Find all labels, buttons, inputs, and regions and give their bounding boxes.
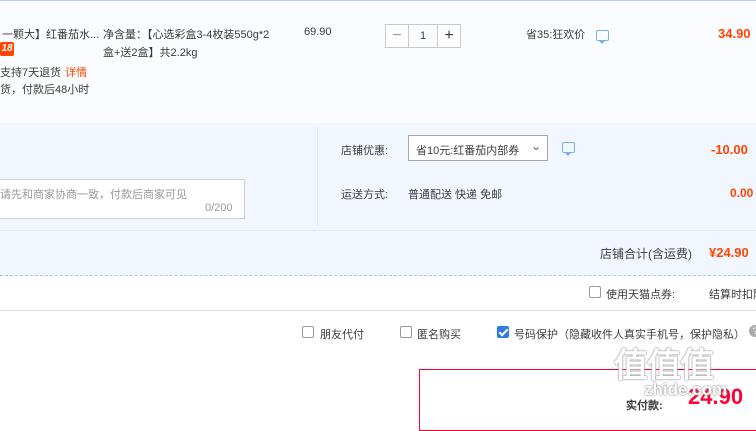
ship-time-text: 货，付款后48小时: [0, 84, 90, 96]
coupon-select[interactable]: 省10元:红番茄内部券 ⌄: [408, 135, 548, 161]
friend-pay-checkbox[interactable]: [302, 326, 314, 338]
chat-icon[interactable]: [596, 30, 610, 44]
coupon-label: 店铺优惠:: [341, 145, 389, 157]
chat-icon[interactable]: [562, 142, 575, 156]
item-spec: 净含量：【心选彩盒3-4枚装550g*2盒+送2盒】共2.2kg: [103, 29, 270, 59]
promo-info: 省35:狂欢价: [526, 26, 610, 44]
tmall-badge-icon: 18: [0, 42, 14, 56]
subtotal-label: 店铺合计(含运费): [600, 247, 692, 261]
watermark-url: zhide.com: [644, 380, 728, 399]
item-title[interactable]: 一颗大】红番茄水...: [2, 26, 99, 42]
friend-pay-label: 朋友代付: [320, 329, 364, 341]
shipping-method: 普通配送 快递 免邮: [408, 189, 503, 201]
coupon-chat-icon[interactable]: [562, 142, 575, 156]
privacy-checkbox[interactable]: [497, 326, 509, 338]
quantity-minus-button[interactable]: −: [385, 24, 409, 48]
promo-text: 省35:狂欢价: [526, 29, 586, 41]
buyer-message-placeholder: 请先和商家协商一致，付款后商家可见: [0, 189, 187, 201]
shipping-label: 运送方式:: [341, 189, 389, 201]
use-points-label: 使用天猫点券:: [606, 289, 676, 301]
coupon-amount: -10.00: [711, 142, 748, 157]
divider: [317, 127, 318, 226]
chevron-down-icon: ⌄: [530, 139, 541, 153]
anonymous-label: 匿名购买: [417, 329, 461, 341]
shipping-amount: 0.00: [730, 186, 754, 200]
help-icon[interactable]: ?: [749, 325, 756, 337]
unit-price: 69.90: [304, 26, 332, 38]
return-policy-text: 支持7天退货: [0, 67, 62, 79]
anonymous-checkbox[interactable]: [400, 326, 412, 338]
message-char-count: 0/200: [205, 202, 233, 214]
order-item-row: [0, 0, 756, 124]
quantity-input[interactable]: 1: [409, 24, 437, 48]
subtotal-value: ¥24.90: [709, 245, 749, 260]
settle-note: 结算时扣除: [709, 289, 756, 301]
item-total-price: 34.90: [718, 26, 751, 41]
quantity-plus-button[interactable]: +: [437, 24, 461, 48]
return-policy: 支持7天退货 详情: [0, 64, 87, 80]
use-points-checkbox[interactable]: [589, 286, 601, 298]
coupon-selected-value: 省10元:红番茄内部券: [416, 145, 520, 157]
return-detail-link[interactable]: 详情: [65, 67, 87, 79]
quantity-stepper: − 1 +: [385, 24, 461, 48]
